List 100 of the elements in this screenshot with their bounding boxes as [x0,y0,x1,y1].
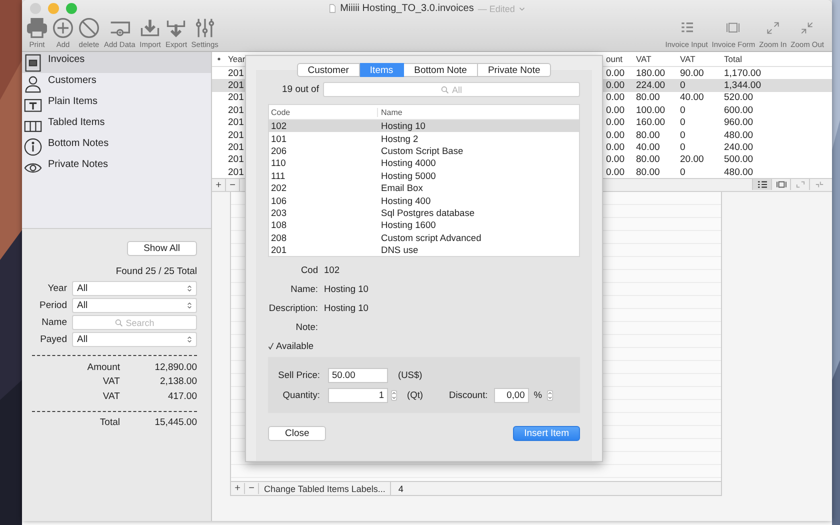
table-cell-text: 160.00 [635,117,666,128]
table-cell-text: 480.00 [723,130,754,141]
tab[interactable]: Bottom Note [404,63,478,77]
tab[interactable]: Private Note [478,63,552,77]
filter-select[interactable]: All [72,281,197,296]
sidebar-item[interactable]: Tabled Items [22,115,211,136]
table-cell-text: 0.00 [605,92,626,104]
discount-field[interactable]: 0,00 [494,388,529,403]
stepper-icon [187,284,192,293]
table-cell-text: 203 [270,208,288,218]
total-value: 417.00 [166,390,197,402]
table-cell-text: 206 [270,146,288,156]
filter-label: Name [40,317,67,328]
expand-icon [764,20,781,36]
table-cell-text: 0 [679,130,686,141]
table-cell-text: 1,344.00 [723,80,762,92]
table-cell-text: 100.00 [635,104,666,116]
column-header[interactable]: VAT [678,54,722,64]
price-field[interactable]: 50.00 [328,368,388,383]
stepper[interactable] [391,390,397,401]
table-cell-text: Custom script Advanced [380,232,482,243]
filter-label: Payed [39,334,67,345]
table-cell-text: 108 [270,220,288,230]
printer-icon [26,17,48,39]
table-row[interactable]: 111 Hosting 5000 [269,170,579,182]
table-cell-text: 0.00 [605,117,626,128]
table-control-button[interactable]: + [212,179,226,191]
change-labels-button[interactable]: Change Tabled Items Labels... [259,482,392,495]
table-cell-text: Email Box [380,183,423,194]
sidebar-item[interactable]: Customers [22,73,211,94]
table-control-button[interactable]: − [245,483,259,494]
total-value: 15,445.00 [154,417,197,428]
table-cell-text: Sql Postgres database [380,208,475,218]
stepper-icon [187,335,192,344]
column-header[interactable]: Year [226,54,248,64]
sidebar-item[interactable]: Invoices [22,52,211,73]
table-row[interactable]: 203 Sql Postgres database [269,206,579,220]
expand-icon [794,180,806,189]
table-cell-text: Hostng 2 [380,134,418,144]
sort-icon[interactable] [217,57,221,61]
table-row[interactable]: 102 Hosting 10 [269,120,579,132]
table-cell-text: Hosting 1600 [380,220,436,230]
table-cell-text: 201 [227,92,245,104]
table-control-button[interactable]: + [231,483,245,494]
table-cell-text: 0.00 [605,142,626,154]
window-title: Miiiii Hosting_TO_3.0.invoices [340,3,474,14]
table-row[interactable]: 201 DNS use [269,244,579,256]
table-row[interactable]: 101 Hostng 2 [269,132,579,145]
column-header[interactable]: Name [378,108,402,116]
table-cell-text: 500.00 [723,154,754,166]
table-cell-text: 80.00 [635,92,661,104]
column-header[interactable]: ount [604,54,634,64]
field-label: Description: [268,302,318,313]
column-header[interactable]: Code [269,108,378,116]
field-value: 102 [324,264,340,275]
available-label: Available [276,340,314,351]
minimize-button[interactable] [48,3,59,14]
table-row[interactable]: 208 Custom script Advanced [269,232,579,244]
edited-status: — Edited [478,4,515,14]
table-cell-text: 111 [270,170,286,181]
field-value: Hosting 10 [324,284,368,294]
table-row[interactable]: 206 Custom Script Base [269,144,579,158]
list-view-button[interactable] [752,179,771,190]
field-label: Note: [294,322,318,332]
table-cell-text: 201 [227,80,245,92]
table-cell-text: 480.00 [723,166,754,178]
stepper-icon [187,301,192,310]
column-header[interactable]: VAT [634,54,678,64]
table-cell-text: 0.00 [605,130,626,141]
sidebar-item[interactable]: Bottom Notes [22,136,211,157]
table-row[interactable]: 202 Email Box [269,182,579,194]
filter-select[interactable]: All [72,332,197,347]
tab[interactable]: Customer [296,63,360,77]
table-cell-text: DNS use [380,245,418,256]
column-header[interactable]: Total [722,54,792,64]
table-cell-text: 180.00 [635,68,666,79]
prohibit-icon [78,17,100,39]
table-control-button[interactable]: − [226,179,240,191]
table-row[interactable]: 106 Hosting 400 [269,194,579,207]
table-cell-text: 0 [679,166,686,178]
info-icon [24,138,42,156]
zoom-button[interactable] [66,3,77,14]
show-all-button[interactable]: Show All [126,241,197,256]
table-row[interactable]: 110 Hosting 4000 [269,157,579,170]
close-button[interactable] [30,3,41,14]
found-count: Found 25 / 25 Total [114,266,197,277]
document-icon [329,4,336,13]
field-value: Hosting 10 [324,302,368,313]
quantity-field[interactable]: 1 [328,388,388,403]
field-label: Cod [300,264,318,275]
caret-icon[interactable] [518,6,525,10]
close-button[interactable]: Close [268,426,326,442]
table-cell-text: 0 [679,117,686,128]
table-cell-text: 0 [679,104,686,116]
stepper[interactable] [547,390,554,401]
collapse-icon [814,180,824,189]
sidebar-item[interactable]: Private Notes [22,157,211,178]
filter-select[interactable]: All [72,298,197,313]
table-row[interactable]: 108 Hosting 1600 [269,219,579,232]
sidebar-item[interactable]: Plain Items [22,94,211,115]
